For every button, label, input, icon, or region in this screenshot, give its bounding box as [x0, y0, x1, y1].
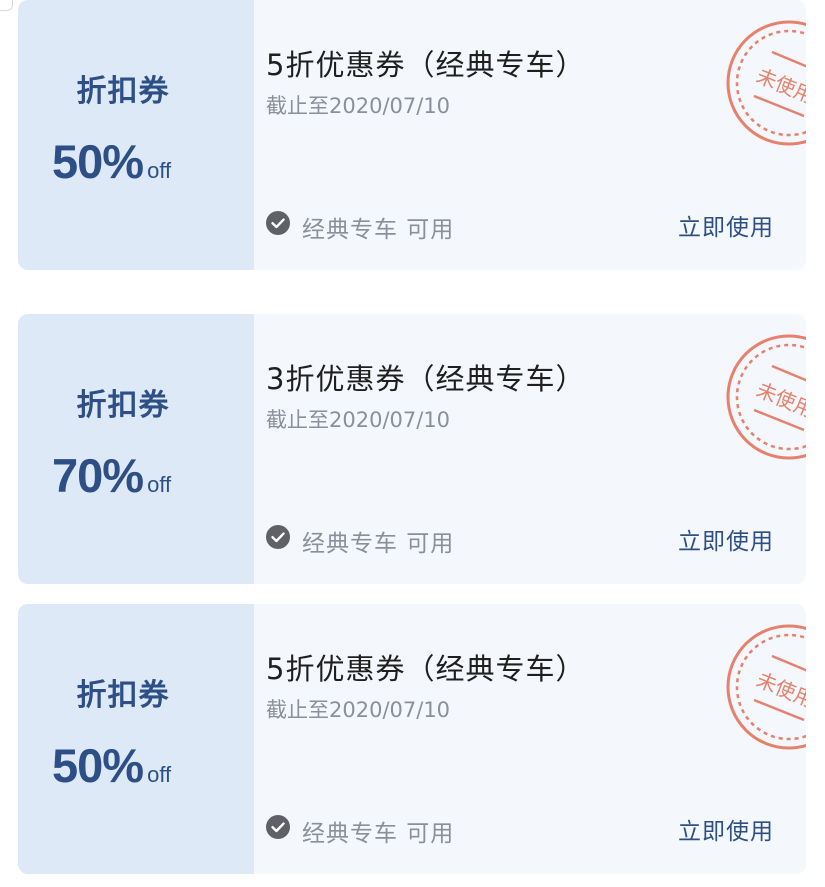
coupon-card[interactable]: 折扣券 70% off 3折优惠券（经典专车） 截止至2020/07/10 经典专… — [18, 314, 806, 584]
check-circle-icon — [266, 815, 290, 839]
use-now-button[interactable]: 立即使用 — [678, 812, 774, 846]
coupon-type-label: 折扣券 — [76, 678, 170, 713]
coupon-type-label: 折扣券 — [76, 74, 170, 109]
coupon-type-label: 折扣券 — [76, 388, 170, 423]
unused-stamp-icon: 未使用 — [724, 18, 806, 148]
discount-off-label: off — [147, 762, 172, 787]
coupon-scope: 经典专车 可用 — [302, 821, 455, 847]
corner-mark — [0, 0, 13, 11]
coupon-expiry: 截止至2020/07/10 — [266, 94, 451, 118]
use-now-button[interactable]: 立即使用 — [678, 522, 774, 556]
coupon-detail: 5折优惠券（经典专车） 截止至2020/07/10 经典专车 可用 立即使用 未… — [254, 0, 806, 270]
unused-stamp-icon: 未使用 — [724, 622, 806, 752]
coupon-card[interactable]: 折扣券 50% off 5折优惠券（经典专车） 截止至2020/07/10 经典专… — [18, 0, 806, 270]
check-circle-icon — [266, 525, 290, 549]
discount-amount: 70% off — [52, 448, 171, 503]
coupon-title: 3折优惠券（经典专车） — [266, 362, 586, 396]
coupon-scope: 经典专车 可用 — [302, 217, 455, 243]
coupon-card[interactable]: 折扣券 50% off 5折优惠券（经典专车） 截止至2020/07/10 经典专… — [18, 604, 806, 874]
coupon-expiry: 截止至2020/07/10 — [266, 698, 451, 722]
coupon-title: 5折优惠券（经典专车） — [266, 48, 586, 82]
discount-amount: 50% off — [52, 738, 171, 793]
discount-off-label: off — [147, 158, 172, 183]
coupon-title: 5折优惠券（经典专车） — [266, 652, 586, 686]
coupon-stub: 折扣券 50% off — [18, 604, 246, 874]
unused-stamp-icon: 未使用 — [724, 332, 806, 462]
discount-percent: 70% — [52, 449, 144, 502]
coupon-detail: 3折优惠券（经典专车） 截止至2020/07/10 经典专车 可用 立即使用 未… — [254, 314, 806, 584]
discount-off-label: off — [147, 472, 172, 497]
coupon-list: 折扣券 70% off 3折优惠券（经典专车） 截止至2020/07/10 经典专… — [0, 0, 825, 887]
coupon-scope: 经典专车 可用 — [302, 531, 455, 557]
check-circle-icon — [266, 211, 290, 235]
discount-amount: 50% off — [52, 134, 171, 189]
discount-percent: 50% — [52, 739, 144, 792]
use-now-button[interactable]: 立即使用 — [678, 208, 774, 242]
coupon-expiry: 截止至2020/07/10 — [266, 408, 451, 432]
coupon-stub: 折扣券 50% off — [18, 0, 246, 270]
coupon-detail: 5折优惠券（经典专车） 截止至2020/07/10 经典专车 可用 立即使用 未… — [254, 604, 806, 874]
discount-percent: 50% — [52, 135, 144, 188]
coupon-stub: 折扣券 70% off — [18, 314, 246, 584]
